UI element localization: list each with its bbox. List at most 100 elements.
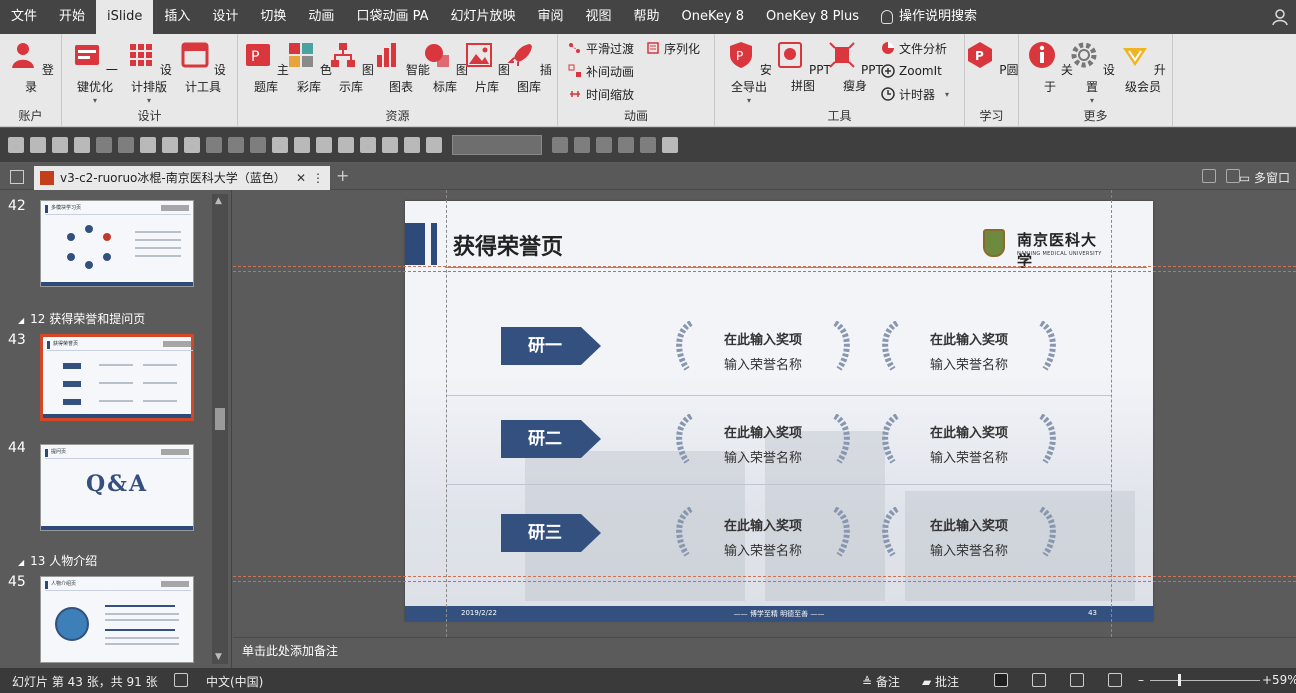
- tab-transitions[interactable]: 切换: [249, 0, 297, 34]
- tab-animations[interactable]: 动画: [297, 0, 345, 34]
- settings-button[interactable]: 设置 ▾: [1065, 40, 1119, 105]
- font-size-dropdown[interactable]: [452, 135, 542, 155]
- timer-button[interactable]: 计时器 ▾: [881, 84, 949, 104]
- distribute-icon[interactable]: [96, 137, 112, 153]
- slide-thumbnail-44[interactable]: 提问页 Q&A: [40, 444, 194, 531]
- eyedropper-icon[interactable]: [426, 137, 442, 153]
- user-icon[interactable]: [1272, 8, 1290, 26]
- design-tools-button[interactable]: 设计工具: [176, 40, 230, 95]
- tab-file[interactable]: 文件: [0, 0, 48, 34]
- zoom-level[interactable]: 59%: [1272, 673, 1296, 687]
- time-scale-button[interactable]: 时间缩放: [568, 84, 634, 104]
- preview-icon[interactable]: [52, 137, 68, 153]
- current-slide[interactable]: 获得荣誉页 南京医科大学 NANJING MEDICAL UNIVERSITY …: [405, 201, 1153, 621]
- close-tab-icon[interactable]: ✕: [296, 166, 306, 190]
- scrollbar-thumb[interactable]: [215, 408, 225, 430]
- diagram-library-button[interactable]: 图示库: [328, 40, 374, 95]
- notes-toggle-button[interactable]: ≜ 备注: [862, 673, 900, 690]
- horizontal-guide[interactable]: [233, 271, 1296, 272]
- slide-thumbnail-43[interactable]: 获得荣誉页: [40, 334, 194, 421]
- grade-arrow-3[interactable]: 研三: [501, 514, 601, 552]
- tab-slideshow[interactable]: 幻灯片放映: [439, 0, 526, 34]
- thumbnail-scrollbar[interactable]: ▲ ▼: [212, 194, 228, 664]
- bring-front-icon[interactable]: [382, 137, 398, 153]
- reading-view-icon[interactable]: [1070, 673, 1084, 687]
- image-library-button[interactable]: 图片库: [464, 40, 510, 95]
- scroll-up-arrow[interactable]: ▲: [215, 196, 222, 206]
- color-library-button[interactable]: 色彩库: [286, 40, 332, 95]
- shape-edit-icon[interactable]: [184, 137, 200, 153]
- upgrade-member-button[interactable]: 升级会员: [1117, 40, 1169, 95]
- chart-type-icon[interactable]: [640, 137, 656, 153]
- text-box-icon[interactable]: [140, 137, 156, 153]
- smooth-transition-button[interactable]: 平滑过渡: [568, 38, 634, 58]
- vertical-guide[interactable]: [1111, 190, 1112, 637]
- tab-help[interactable]: 帮助: [623, 0, 671, 34]
- image-crop-icon[interactable]: [162, 137, 178, 153]
- award-block[interactable]: 在此输入奖项 输入荣誉名称: [673, 321, 853, 377]
- tab-view[interactable]: 视图: [575, 0, 623, 34]
- rotate-icon[interactable]: [552, 137, 568, 153]
- safe-export-button[interactable]: P 安全导出 ▾: [721, 40, 777, 105]
- sparkle-icon[interactable]: [1202, 169, 1216, 183]
- slide-title[interactable]: 获得荣誉页: [453, 229, 563, 261]
- arrange-icon[interactable]: [596, 137, 612, 153]
- format-painter-icon[interactable]: [30, 137, 46, 153]
- new-tab-icon[interactable]: +: [336, 166, 349, 185]
- send-back-icon[interactable]: [404, 137, 420, 153]
- zoom-out-icon[interactable]: –: [1138, 673, 1144, 687]
- award-block[interactable]: 在此输入奖项 输入荣誉名称: [879, 507, 1059, 563]
- normal-view-icon[interactable]: [994, 673, 1008, 687]
- zoom-slider-knob[interactable]: [1178, 674, 1181, 686]
- document-tab[interactable]: v3-c2-ruoruo冰棍-南京医科大学（蓝色） ✕ ⋮: [34, 166, 330, 190]
- language-indicator[interactable]: 中文(中国): [206, 673, 263, 690]
- align-icon[interactable]: [74, 137, 90, 153]
- award-block[interactable]: 在此输入奖项 输入荣誉名称: [673, 414, 853, 470]
- icon-library-button[interactable]: 图标库: [422, 40, 468, 95]
- tween-animation-button[interactable]: 补间动画: [568, 61, 634, 81]
- tab-islide[interactable]: iSlide: [96, 0, 154, 34]
- award-block[interactable]: 在此输入奖项 输入荣誉名称: [879, 321, 1059, 377]
- keyboard-icon[interactable]: [360, 137, 376, 153]
- group-icon[interactable]: [206, 137, 222, 153]
- file-analysis-button[interactable]: 文件分析: [881, 38, 947, 58]
- horizontal-guide[interactable]: [233, 576, 1296, 577]
- tab-onekey8[interactable]: OneKey 8: [671, 0, 755, 34]
- tab-home[interactable]: 开始: [48, 0, 96, 34]
- zoomit-button[interactable]: ZoomIt: [881, 61, 942, 81]
- one-click-optimize-button[interactable]: 一键优化 ▾: [68, 40, 122, 105]
- illustration-library-button[interactable]: 插图库: [506, 40, 552, 95]
- save-icon[interactable]: [8, 137, 24, 153]
- ppt-collage-button[interactable]: PPT拼图: [775, 40, 831, 94]
- grade-arrow-1[interactable]: 研一: [501, 327, 601, 365]
- slide-sorter-icon[interactable]: [1032, 673, 1046, 687]
- tab-insert[interactable]: 插入: [153, 0, 201, 34]
- serialize-button[interactable]: 序列化: [646, 38, 700, 58]
- award-block[interactable]: 在此输入奖项 输入荣誉名称: [879, 414, 1059, 470]
- horizontal-guide[interactable]: [233, 266, 1296, 267]
- vertical-guide[interactable]: [446, 190, 447, 637]
- section-header-13[interactable]: ◢ 13 人物介绍: [18, 552, 97, 569]
- design-layout-button[interactable]: 设计排版 ▾: [122, 40, 176, 105]
- ungroup-icon[interactable]: [228, 137, 244, 153]
- tab-pocket-animation[interactable]: 口袋动画 PA: [345, 0, 439, 34]
- section-header-12[interactable]: ◢ 12 获得荣誉和提问页: [18, 310, 145, 327]
- zoom-in-icon[interactable]: +: [1262, 673, 1272, 687]
- effects-icon[interactable]: [294, 137, 310, 153]
- notes-pane[interactable]: 单击此处添加备注: [233, 637, 1296, 668]
- tab-design[interactable]: 设计: [201, 0, 249, 34]
- present-icon[interactable]: [316, 137, 332, 153]
- tab-menu-icon[interactable]: ⋮: [312, 166, 324, 190]
- zoom-slider[interactable]: [1150, 680, 1260, 681]
- multi-window-button[interactable]: ▭ 多窗口: [1239, 169, 1290, 186]
- login-button[interactable]: 登录: [4, 40, 58, 95]
- slide-thumbnail-42[interactable]: 多模块学习页: [40, 200, 194, 287]
- fill-color-icon[interactable]: [272, 137, 288, 153]
- tab-onekey8-plus[interactable]: OneKey 8 Plus: [755, 0, 870, 34]
- horizontal-guide[interactable]: [233, 581, 1296, 582]
- theme-library-button[interactable]: P 主题库: [240, 40, 292, 95]
- font-color-icon[interactable]: [250, 137, 266, 153]
- scroll-down-arrow[interactable]: ▼: [215, 652, 222, 662]
- accessibility-icon[interactable]: [174, 673, 188, 687]
- line-icon[interactable]: [618, 137, 634, 153]
